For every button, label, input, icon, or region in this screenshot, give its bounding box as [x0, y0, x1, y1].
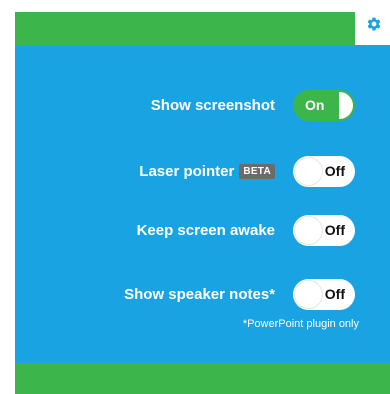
setting-label: Show speaker notes*	[124, 286, 275, 303]
toggle-state: Off	[324, 163, 345, 179]
show-speaker-notes-toggle[interactable]: Off	[293, 278, 355, 310]
settings-popup: Show screenshot On Laser pointer BETA Of…	[0, 0, 390, 394]
setting-label: Laser pointer BETA	[139, 163, 275, 180]
top-bar	[15, 12, 355, 45]
laser-pointer-toggle[interactable]: Off	[293, 155, 355, 187]
beta-badge: BETA	[239, 163, 275, 179]
toggle-state: Off	[324, 286, 345, 302]
setting-label-text: Show speaker notes*	[124, 285, 275, 303]
toggle-knob	[295, 216, 322, 244]
gear-icon[interactable]	[366, 16, 382, 32]
setting-row-show-screenshot: Show screenshot On	[15, 89, 355, 121]
toggle-state: On	[305, 97, 325, 113]
footnote: *PowerPoint plugin only	[242, 318, 359, 330]
show-screenshot-toggle[interactable]: On	[293, 89, 355, 121]
setting-label-text: Laser pointer	[139, 162, 235, 180]
setting-label-text: Show screenshot	[150, 96, 275, 114]
toggle-knob	[295, 157, 322, 185]
setting-row-keep-screen-awake: Keep screen awake Off	[15, 214, 355, 246]
setting-row-laser-pointer: Laser pointer BETA Off	[15, 155, 355, 187]
settings-panel: Show screenshot On Laser pointer BETA Of…	[15, 45, 390, 363]
toggle-state: Off	[324, 222, 345, 238]
setting-row-show-speaker-notes: Show speaker notes* Off	[15, 278, 355, 310]
bottom-bar	[15, 363, 390, 394]
setting-label-text: Keep screen awake	[136, 221, 275, 239]
setting-label: Keep screen awake	[137, 222, 275, 239]
toggle-knob	[339, 91, 353, 119]
setting-label: Show screenshot	[151, 97, 275, 114]
keep-screen-awake-toggle[interactable]: Off	[293, 214, 355, 246]
toggle-knob	[295, 280, 322, 308]
